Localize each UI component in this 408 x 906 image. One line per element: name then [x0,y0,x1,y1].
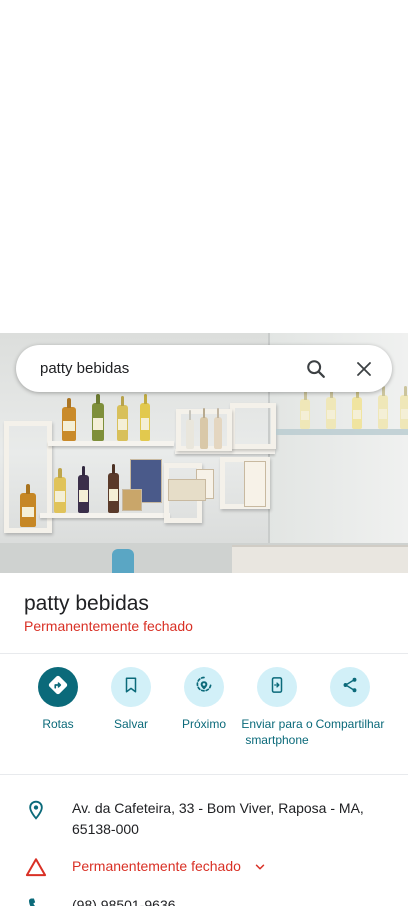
search-input[interactable]: patty bebidas [40,360,302,377]
closed-status-text: Permanentemente fechado [72,858,241,874]
search-bar[interactable]: patty bebidas [16,345,392,392]
search-icon[interactable] [302,355,330,383]
send-to-phone-label: Enviar para o smartphone [241,717,313,747]
nearby-label: Próximo [181,717,226,731]
save-button[interactable]: Salvar [91,667,171,732]
bookmark-icon [122,676,140,699]
divider [0,774,408,775]
share-button[interactable]: Compartilhar [310,667,390,732]
map-blank-area [0,0,408,333]
address-line-1: Av. da Cafeteira, 33 - Bom Viver, Raposa… [72,800,364,816]
place-status: Permanentemente fechado [24,618,193,634]
address-text: Av. da Cafeteira, 33 - Bom Viver, Raposa… [72,798,364,840]
close-icon[interactable] [350,355,378,383]
directions-label: Rotas [42,717,74,731]
share-icon [341,676,359,699]
phone-text: (98) 98501-9636 [72,897,176,906]
divider [0,653,408,654]
save-label: Salvar [113,717,148,731]
phone-icon [24,894,48,906]
location-pin-icon [24,798,48,822]
chevron-down-icon[interactable] [253,860,267,874]
nearby-icon [194,675,214,700]
share-label: Compartilhar [315,717,385,731]
place-title: patty bebidas [24,592,149,615]
closed-status-row[interactable]: Permanentemente fechado [0,854,408,880]
send-to-phone-icon [268,676,286,699]
directions-button[interactable]: Rotas [18,667,98,732]
action-row: Rotas Salvar Próximo Enviar para o smart… [0,667,408,767]
send-to-phone-button[interactable]: Enviar para o smartphone [237,667,317,748]
address-line-2: 65138-000 [72,821,139,837]
address-row[interactable]: Av. da Cafeteira, 33 - Bom Viver, Raposa… [0,796,408,842]
directions-icon [47,674,69,701]
nearby-button[interactable]: Próximo [164,667,244,732]
warning-icon [24,855,48,879]
phone-row[interactable]: (98) 98501-9636 [0,892,408,906]
